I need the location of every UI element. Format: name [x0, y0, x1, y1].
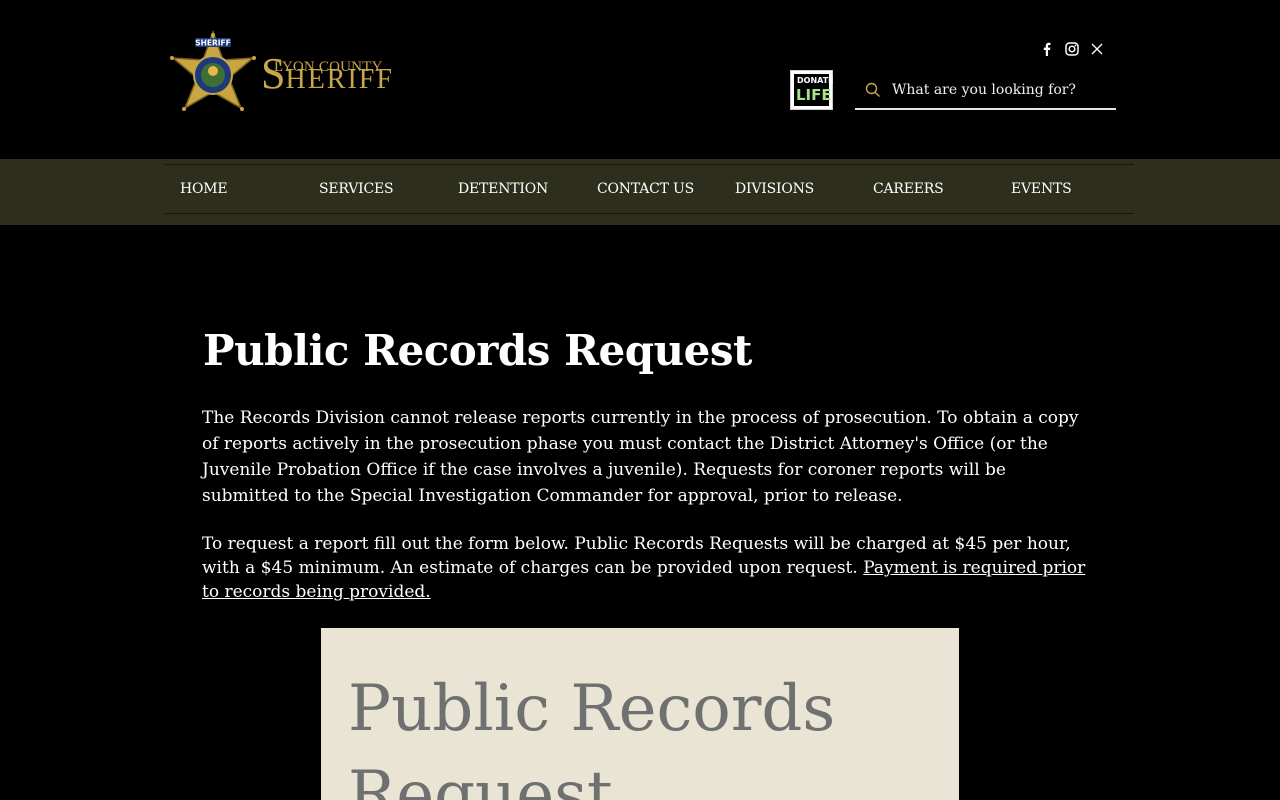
search-input[interactable]	[892, 79, 1107, 101]
facebook-icon[interactable]	[1039, 41, 1054, 56]
x-icon[interactable]	[1089, 41, 1104, 56]
instagram-icon[interactable]	[1064, 41, 1079, 56]
request-instructions-paragraph: To request a report fill out the form be…	[202, 534, 1086, 602]
main-nav: HOME SERVICES DETENTION CONTACT US DIVIS…	[0, 159, 1280, 225]
search-bar	[855, 71, 1116, 110]
nav-detention[interactable]: DETENTION	[458, 165, 548, 213]
social-links	[1039, 41, 1104, 56]
form-title: Public Records Request	[348, 672, 836, 800]
sheriff-badge-icon: SHERIFF	[170, 30, 256, 111]
nav-home[interactable]: HOME	[180, 165, 228, 213]
donate-life-logo[interactable]: DONATE LIFE	[790, 70, 834, 110]
nav-contact-us[interactable]: CONTACT US	[597, 165, 694, 213]
badge-text: SHERIFF	[195, 39, 231, 48]
life-text: LIFE	[796, 86, 832, 104]
search-icon	[865, 82, 880, 97]
page-title: Public Records Request	[203, 326, 752, 375]
nav-services[interactable]: SERVICES	[319, 165, 394, 213]
sheriff-logo[interactable]: SHERIFF LYON COUNTY SHERIFF	[165, 30, 405, 125]
nav-divisions[interactable]: DIVISIONS	[735, 165, 814, 213]
logo-sheriff-text: SHERIFF	[261, 49, 394, 98]
records-request-form: Public Records Request	[321, 628, 959, 800]
nav-careers[interactable]: CAREERS	[873, 165, 944, 213]
site-header: SHERIFF LYON COUNTY SHERIFF DONATE LIFE	[0, 0, 1280, 159]
nav-events[interactable]: EVENTS	[1011, 165, 1072, 213]
donate-text: DONATE	[797, 76, 834, 85]
records-division-paragraph: The Records Division cannot release repo…	[202, 408, 1079, 506]
